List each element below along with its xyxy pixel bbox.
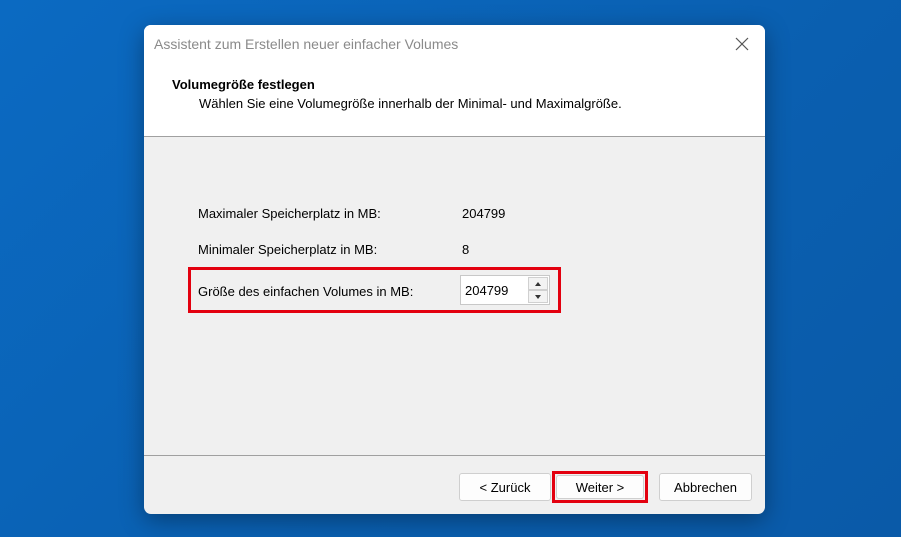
cancel-button[interactable]: Abbrechen xyxy=(659,473,752,501)
volume-size-label: Größe des einfachen Volumes in MB: xyxy=(198,284,414,299)
volume-size-input[interactable] xyxy=(461,276,527,304)
min-space-value: 8 xyxy=(462,242,470,257)
page-title: Volumegröße festlegen xyxy=(172,77,315,92)
back-button[interactable]: < Zurück xyxy=(459,473,551,501)
max-space-label: Maximaler Speicherplatz in MB: xyxy=(198,206,381,221)
stepper-down-button[interactable] xyxy=(528,290,548,303)
volume-size-stepper[interactable] xyxy=(460,275,550,305)
page-subtitle: Wählen Sie eine Volumegröße innerhalb de… xyxy=(199,96,622,111)
footer-divider xyxy=(144,455,765,456)
wizard-header: Volumegröße festlegen Wählen Sie eine Vo… xyxy=(144,65,765,137)
stepper-buttons xyxy=(528,277,548,303)
close-icon xyxy=(735,37,749,51)
title-bar: Assistent zum Erstellen neuer einfacher … xyxy=(144,25,765,65)
chevron-down-icon xyxy=(535,294,541,299)
wizard-dialog: Assistent zum Erstellen neuer einfacher … xyxy=(144,25,765,514)
min-space-label: Minimaler Speicherplatz in MB: xyxy=(198,242,378,257)
close-button[interactable] xyxy=(719,25,765,63)
max-space-value: 204799 xyxy=(462,206,506,221)
stepper-up-button[interactable] xyxy=(528,277,548,290)
window-title: Assistent zum Erstellen neuer einfacher … xyxy=(154,36,459,52)
next-button[interactable]: Weiter > xyxy=(556,475,644,499)
chevron-up-icon xyxy=(535,281,541,286)
desktop-background: Assistent zum Erstellen neuer einfacher … xyxy=(0,0,901,537)
